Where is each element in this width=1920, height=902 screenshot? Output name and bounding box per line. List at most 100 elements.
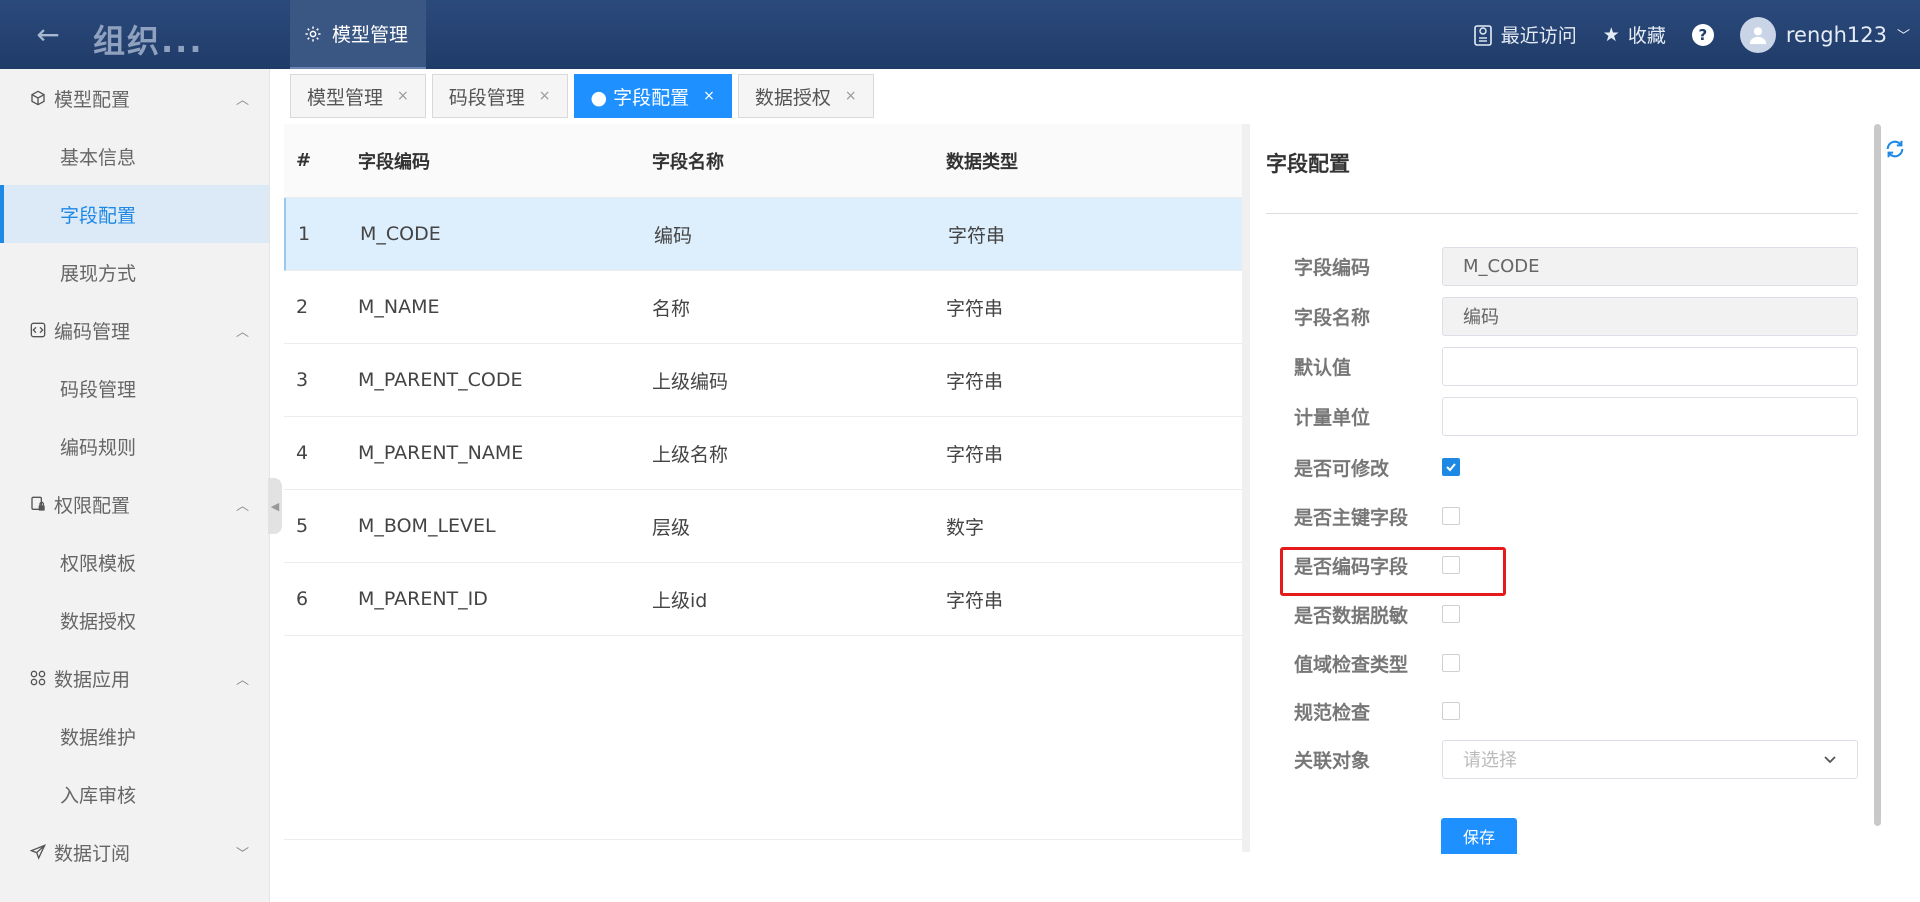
sidebar-item-storage-review[interactable]: 入库审核 xyxy=(0,765,269,823)
domain-check-checkbox[interactable] xyxy=(1442,654,1460,672)
table-row[interactable]: 4 M_PARENT_NAME 上级名称 字符串 xyxy=(284,417,1242,490)
panel-splitter[interactable] xyxy=(1242,124,1250,852)
table-header: # 字段编码 字段名称 数据类型 xyxy=(284,124,1242,198)
related-object-select[interactable]: 请选择 xyxy=(1442,739,1858,779)
cell-index: 1 xyxy=(298,223,311,245)
sidebar-group-label: 模型配置 xyxy=(54,88,131,111)
close-icon[interactable]: × xyxy=(397,88,409,104)
sidebar-group-label: 数据订阅 xyxy=(54,842,131,865)
form-row-unit: 计量单位 xyxy=(1294,396,1858,436)
default-value-input[interactable] xyxy=(1442,346,1858,386)
close-icon[interactable]: × xyxy=(845,88,857,104)
refresh-icon[interactable] xyxy=(1884,138,1906,160)
sidebar-item-display-mode[interactable]: 展现方式 xyxy=(0,243,269,301)
top-right-actions: 最近访问 ★ 收藏 ? rengh123 ﹀ xyxy=(1473,0,1920,69)
grid-icon xyxy=(28,670,48,686)
sidebar-group-data-application[interactable]: 数据应用 ︿ xyxy=(0,649,269,707)
field-code-input[interactable]: M_CODE xyxy=(1442,246,1858,286)
form-row-domain-check: 值域检查类型 xyxy=(1294,643,1460,683)
form-row-primary-key: 是否主键字段 xyxy=(1294,496,1460,536)
chevron-up-icon: ︿ xyxy=(235,499,249,514)
cell-field-code: M_NAME xyxy=(358,296,440,318)
table-row[interactable]: 1 M_CODE 编码 字符串 xyxy=(284,198,1242,271)
help-button[interactable]: ? xyxy=(1691,23,1714,46)
scrollbar[interactable] xyxy=(1874,124,1881,826)
back-arrow-icon[interactable]: ← xyxy=(30,17,66,53)
sidebar-item-code-rules[interactable]: 编码规则 xyxy=(0,417,269,475)
table-row[interactable]: 5 M_BOM_LEVEL 层级 数字 xyxy=(284,490,1242,563)
close-icon[interactable]: × xyxy=(539,88,551,104)
sidebar-group-model-config[interactable]: 模型配置 ︿ xyxy=(0,69,269,127)
cell-index: 6 xyxy=(296,588,309,610)
primary-key-label: 是否主键字段 xyxy=(1294,506,1409,529)
cell-field-code: M_BOM_LEVEL xyxy=(358,515,496,537)
sidebar-item-data-maintenance[interactable]: 数据维护 xyxy=(0,707,269,765)
chevron-down-icon: ﹀ xyxy=(235,847,249,862)
form-row-default-value: 默认值 xyxy=(1294,346,1858,386)
spec-check-checkbox[interactable] xyxy=(1442,702,1460,720)
sidebar-group-label: 编码管理 xyxy=(54,320,131,343)
highlight-annotation-box xyxy=(1280,547,1506,596)
sidebar-group-data-subscription[interactable]: 数据订阅 ﹀ xyxy=(0,823,269,881)
tab-segment-management[interactable]: 码段管理 × xyxy=(431,74,568,118)
primary-key-checkbox[interactable] xyxy=(1442,507,1460,525)
form-row-data-masking: 是否数据脱敏 xyxy=(1294,594,1460,634)
sidebar-group-code-management[interactable]: 编码管理 ︿ xyxy=(0,301,269,359)
field-name-input[interactable]: 编码 xyxy=(1442,296,1858,336)
check-icon xyxy=(1446,463,1456,472)
cell-field-code: M_CODE xyxy=(360,223,441,245)
tab-data-authorization[interactable]: 数据授权 × xyxy=(737,74,874,118)
sidebar-group-permission-config[interactable]: 权限配置 ︿ xyxy=(0,475,269,533)
table-row[interactable]: 6 M_PARENT_ID 上级id 字符串 xyxy=(284,563,1242,636)
default-value-label: 默认值 xyxy=(1294,356,1352,379)
cell-field-code: M_PARENT_NAME xyxy=(358,442,524,464)
select-placeholder: 请选择 xyxy=(1463,750,1517,771)
page-tabs: 模型管理 × 码段管理 × ● 字段配置 × 数据授权 × xyxy=(290,74,874,118)
cell-index: 2 xyxy=(296,296,309,318)
sidebar: 模型配置 ︿ 基本信息 字段配置 展现方式 编码管理 ︿ 码段管理 编码规则 权… xyxy=(0,69,270,902)
user-menu[interactable]: rengh123 ﹀ xyxy=(1739,16,1910,53)
tab-model-management[interactable]: 模型管理 × xyxy=(290,74,426,118)
column-header-data-type: 数据类型 xyxy=(946,151,1018,173)
sidebar-item-data-authorization[interactable]: 数据授权 xyxy=(0,591,269,649)
form-row-related-object: 关联对象 请选择 xyxy=(1294,739,1858,779)
top-tab-model-management[interactable]: 模型管理 xyxy=(290,0,426,69)
lock-doc-icon xyxy=(28,496,48,512)
cell-index: 3 xyxy=(296,369,309,391)
save-button[interactable]: 保存 xyxy=(1441,818,1517,854)
recent-visit-button[interactable]: 最近访问 xyxy=(1473,21,1577,48)
cell-data-type: 字符串 xyxy=(948,224,1006,247)
cell-data-type: 字符串 xyxy=(946,443,1004,466)
username: rengh123 xyxy=(1785,22,1887,47)
close-icon[interactable]: × xyxy=(703,88,715,104)
editable-checkbox[interactable] xyxy=(1442,458,1460,476)
favorites-label: 收藏 xyxy=(1627,25,1666,47)
favorites-button[interactable]: ★ 收藏 xyxy=(1603,21,1666,48)
table-row[interactable]: 2 M_NAME 名称 字符串 xyxy=(284,271,1242,344)
sidebar-item-basic-info[interactable]: 基本信息 xyxy=(0,127,269,185)
field-config-panel: 字段配置 字段编码 M_CODE 字段名称 编码 默认值 计量单位 是否可修改 … xyxy=(1250,124,1868,854)
top-tab-label: 模型管理 xyxy=(332,24,409,46)
table-row[interactable]: 3 M_PARENT_CODE 上级编码 字符串 xyxy=(284,344,1242,417)
data-masking-checkbox[interactable] xyxy=(1442,605,1460,623)
tab-label: 模型管理 xyxy=(307,86,384,109)
tab-field-config[interactable]: ● 字段配置 × xyxy=(573,74,732,118)
sidebar-item-field-config[interactable]: 字段配置 xyxy=(0,185,269,243)
cell-field-name: 上级id xyxy=(652,589,708,612)
top-bar: ← 组织... 模型管理 最近访问 ★ 收藏 ? rengh123 ﹀ xyxy=(0,0,1920,69)
form-row-field-code: 字段编码 M_CODE xyxy=(1294,246,1858,286)
recent-doc-icon xyxy=(1473,24,1492,46)
sidebar-item-segment-management[interactable]: 码段管理 xyxy=(0,359,269,417)
cell-field-name: 上级编码 xyxy=(652,370,729,393)
sidebar-item-permission-template[interactable]: 权限模板 xyxy=(0,533,269,591)
sidebar-collapse-handle[interactable]: ◀ xyxy=(268,478,282,534)
column-header-index: # xyxy=(296,150,312,171)
cell-data-type: 字符串 xyxy=(946,370,1004,393)
cell-data-type: 字符串 xyxy=(946,589,1004,612)
cell-data-type: 字符串 xyxy=(946,297,1004,320)
chevron-up-icon: ︿ xyxy=(235,673,249,688)
cell-field-name: 名称 xyxy=(652,297,691,320)
unit-input[interactable] xyxy=(1442,396,1858,436)
cell-field-code: M_PARENT_ID xyxy=(358,588,488,610)
unit-label: 计量单位 xyxy=(1294,406,1371,429)
